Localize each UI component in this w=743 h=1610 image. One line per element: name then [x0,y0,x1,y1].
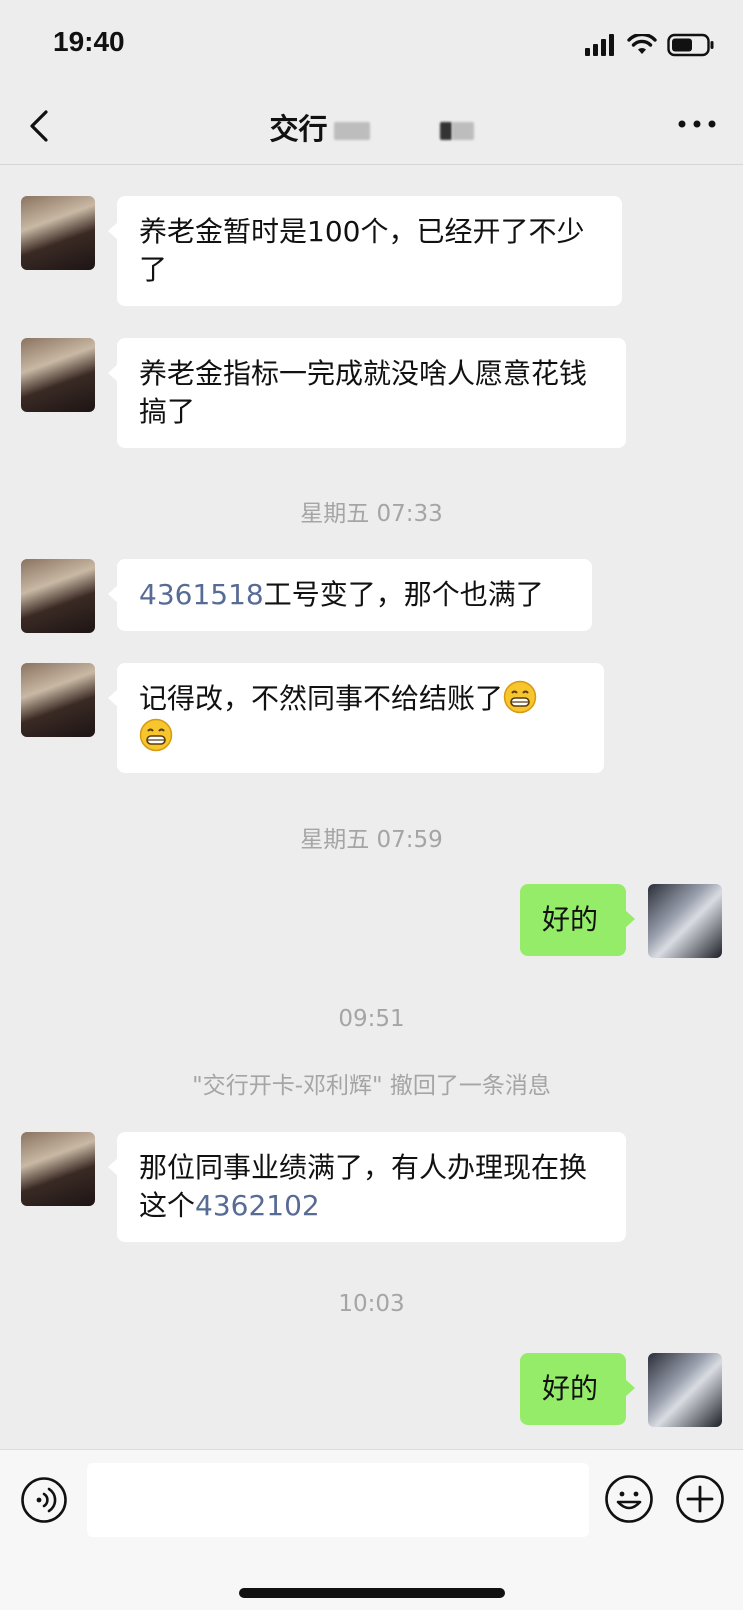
chat-header: 交行 [0,88,743,165]
timestamp: 星期五 07:33 [300,501,443,527]
signal-icon [585,34,614,56]
contact-avatar[interactable] [21,1132,95,1206]
battery-icon [667,33,714,57]
contact-avatar[interactable] [21,559,95,633]
redacted-name [439,122,452,140]
redacted-name [333,122,370,140]
message-text: 好的 [542,903,599,936]
message-link-number[interactable]: 4361518 [139,578,264,611]
recall-notice: "交行开卡-邓利辉" 撤回了一条消息 [192,1073,551,1099]
timestamp: 星期五 07:59 [300,827,443,853]
contact-avatar[interactable] [21,338,95,412]
status-icons [585,30,715,60]
message-bubble-incoming[interactable]: 记得改，不然同事不给结账了 [108,663,604,773]
emoji-icon[interactable] [604,1474,654,1524]
chat-title-text: 交行 [269,112,328,146]
timestamp: 09:51 [338,1006,405,1032]
voice-icon[interactable] [20,1476,68,1524]
contact-avatar[interactable] [21,196,95,270]
message-bubble-incoming[interactable]: 养老金指标一完成就没啥人愿意花钱搞了 [108,338,626,448]
message-bubble-outgoing[interactable]: 好的 [520,1353,635,1425]
message-text: 养老金暂时是100个，已经开了不少了 [139,215,585,286]
my-avatar[interactable] [648,884,722,958]
message-text: 记得改，不然同事不给结账了 [139,682,504,715]
message-link-number[interactable]: 4362102 [195,1189,320,1222]
message-bubble-incoming[interactable]: 养老金暂时是100个，已经开了不少了 [108,196,622,306]
message-input[interactable] [87,1463,589,1537]
message-bubble-incoming[interactable]: 4361518工号变了，那个也满了 [108,559,592,631]
contact-avatar[interactable] [21,663,95,737]
message-text: 养老金指标一完成就没啥人愿意花钱搞了 [139,357,588,428]
message-text: 工号变了，那个也满了 [263,578,544,611]
status-time: 19:40 [53,26,125,57]
input-bar [0,1449,743,1610]
grinning-emoji [503,680,537,714]
grinning-emoji [139,718,173,752]
home-indicator[interactable] [239,1588,505,1598]
message-text: 好的 [542,1372,599,1405]
wifi-icon [627,34,657,54]
redacted-name [451,122,474,140]
my-avatar[interactable] [648,1353,722,1427]
plus-icon[interactable] [675,1474,725,1524]
status-bar: 19:40 [0,0,743,88]
message-bubble-incoming[interactable]: 那位同事业绩满了，有人办理现在换这个4362102 [108,1132,626,1242]
chat-title: 交行 [0,106,743,148]
message-bubble-outgoing[interactable]: 好的 [520,884,635,956]
timestamp: 10:03 [338,1291,405,1317]
more-icon[interactable] [677,118,717,130]
